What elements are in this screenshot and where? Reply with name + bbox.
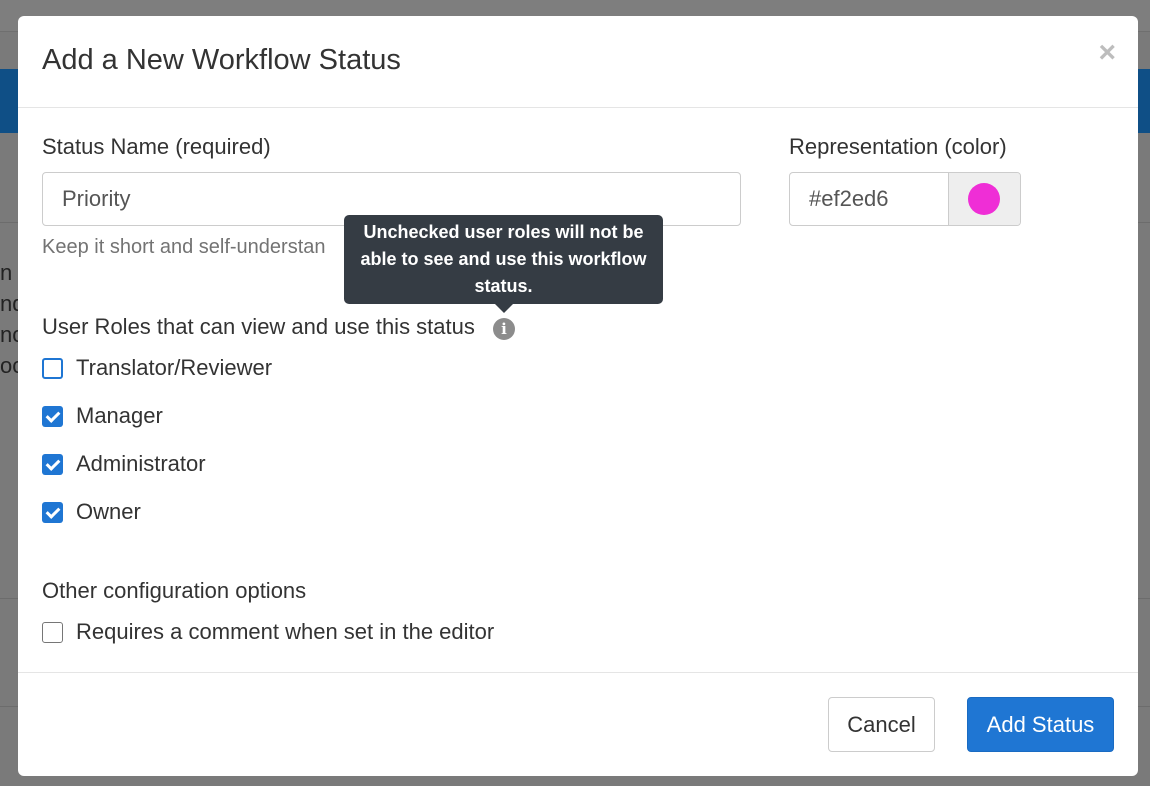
color-swatch-addon[interactable] — [949, 173, 1020, 225]
checkbox-label: Manager — [76, 403, 163, 428]
role-checkbox-translator-reviewer[interactable]: Translator/Reviewer — [42, 353, 272, 383]
checkbox[interactable] — [42, 621, 63, 643]
status-name-help-text: Keep it short and self-understan — [42, 236, 326, 258]
roles-tooltip: Unchecked user roles will not be able to… — [344, 215, 663, 304]
checkbox-label: Administrator — [76, 451, 206, 476]
requires-comment-checkbox[interactable]: Requires a comment when set in the edito… — [42, 617, 494, 647]
add-workflow-status-modal: Add a New Workflow Status × Status Name … — [18, 16, 1138, 776]
background-text-fragment: n — [0, 260, 13, 285]
user-roles-label: User Roles that can view and use this st… — [42, 314, 475, 339]
color-label: Representation (color) — [789, 134, 1007, 159]
color-picker-field[interactable]: #ef2ed6 — [789, 172, 1021, 226]
modal-footer: Cancel Add Status — [18, 672, 1138, 776]
checkbox-label: Requires a comment when set in the edito… — [76, 619, 495, 644]
status-name-label: Status Name (required) — [42, 134, 271, 159]
modal-title: Add a New Workflow Status — [42, 44, 401, 76]
checkbox[interactable] — [42, 357, 63, 379]
cancel-button[interactable]: Cancel — [828, 697, 935, 752]
color-swatch — [968, 183, 1000, 215]
tooltip-arrow — [495, 304, 513, 313]
checkbox[interactable] — [42, 501, 63, 523]
info-icon[interactable]: i — [493, 318, 515, 340]
checkbox-label: Translator/Reviewer — [76, 355, 273, 380]
role-checkbox-owner[interactable]: Owner — [42, 497, 141, 527]
checkbox-label: Owner — [76, 499, 141, 524]
role-checkbox-manager[interactable]: Manager — [42, 401, 163, 431]
color-hex-input[interactable]: #ef2ed6 — [790, 173, 949, 225]
checkbox[interactable] — [42, 405, 63, 427]
modal-header: Add a New Workflow Status × — [18, 16, 1138, 108]
checkbox[interactable] — [42, 453, 63, 475]
role-checkbox-administrator[interactable]: Administrator — [42, 449, 206, 479]
add-status-button[interactable]: Add Status — [967, 697, 1114, 752]
close-icon[interactable]: × — [1098, 38, 1116, 68]
other-options-label: Other configuration options — [42, 578, 307, 603]
